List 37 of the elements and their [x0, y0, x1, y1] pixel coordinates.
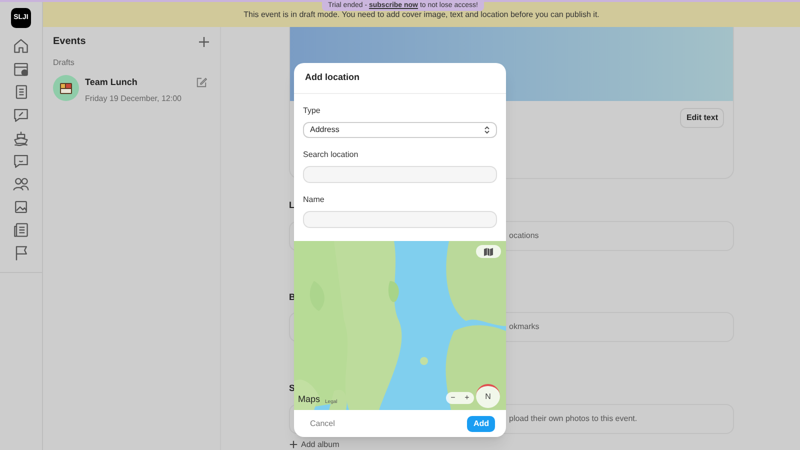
people-icon[interactable] — [12, 175, 30, 193]
field-label: Name — [303, 194, 326, 206]
event-item[interactable]: Team Lunch Friday 19 December, 12:00 — [53, 75, 210, 104]
newspaper-icon[interactable] — [12, 221, 30, 239]
bento-icon — [60, 82, 72, 94]
input-field[interactable] — [303, 166, 497, 183]
box-text: okmarks — [509, 321, 540, 333]
zoom-in-button[interactable]: + — [464, 394, 470, 402]
field-label: Type — [303, 105, 322, 117]
add-album-button[interactable]: Add album — [289, 438, 340, 450]
field-label: Search location — [303, 149, 360, 161]
zoom-out-button[interactable]: − — [450, 394, 456, 402]
section-label: Drafts — [53, 57, 76, 69]
box-text: ocations — [509, 230, 539, 242]
panel-title: Events — [53, 35, 86, 49]
map-attribution: Maps — [298, 392, 320, 406]
chat-smile-icon[interactable] — [12, 152, 30, 170]
section-heading: L — [289, 199, 294, 212]
calendar-icon[interactable] — [12, 60, 30, 78]
ship-icon[interactable] — [12, 129, 30, 147]
plus-icon — [289, 440, 298, 449]
image-icon[interactable] — [12, 198, 30, 216]
input-field[interactable] — [303, 211, 497, 228]
chevron-up-down-icon — [484, 126, 490, 134]
type-select[interactable]: Address — [303, 122, 497, 138]
edit-icon[interactable] — [196, 77, 207, 88]
modal-title: Add location — [305, 71, 360, 84]
edit-text-button[interactable]: Edit text — [680, 108, 724, 128]
event-date: Friday 19 December, 12:00 — [85, 92, 182, 104]
home-icon[interactable] — [12, 37, 30, 55]
map-icon — [484, 248, 493, 256]
add-icon[interactable] — [198, 36, 210, 48]
cancel-button[interactable]: Cancel — [310, 418, 335, 430]
map-type-button[interactable] — [476, 245, 501, 258]
chat-edit-icon[interactable] — [12, 106, 30, 124]
box-text: pload their own photos to this event. — [509, 412, 638, 424]
event-title: Team Lunch — [85, 76, 138, 89]
